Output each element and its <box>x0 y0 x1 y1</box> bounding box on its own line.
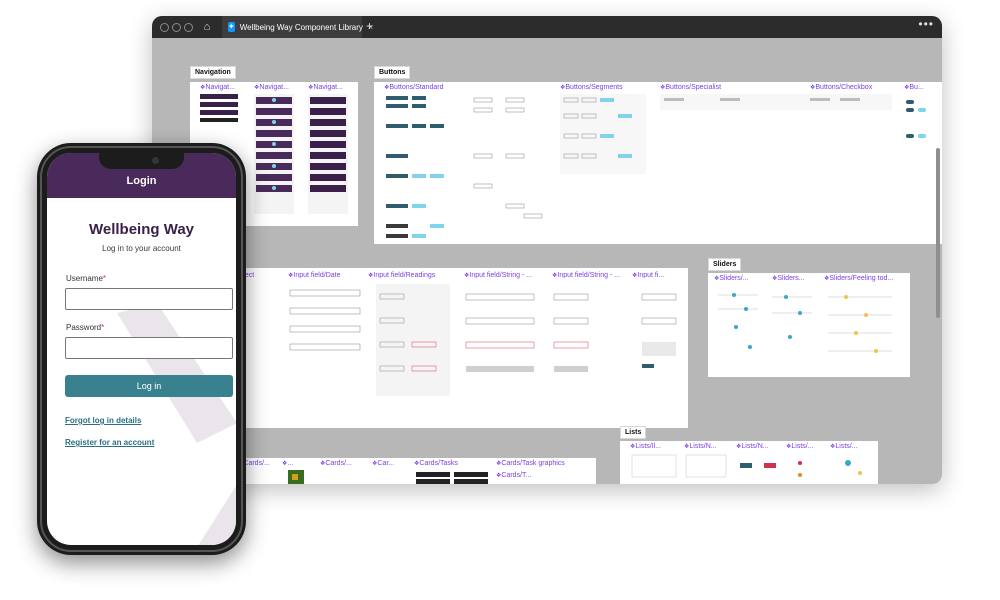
username-label: Username* <box>66 274 107 283</box>
component-label[interactable]: Sliders/... <box>714 275 748 282</box>
section-label-buttons[interactable]: Buttons <box>374 66 411 79</box>
input-field-preview <box>641 293 677 368</box>
input-string-preview <box>465 293 535 372</box>
component-label[interactable]: Input field/String - ... <box>464 272 532 279</box>
section-label-sliders[interactable]: Sliders <box>708 258 742 271</box>
component-label[interactable]: Cards/Task graphics <box>496 460 564 467</box>
forgot-login-link[interactable]: Forgot log in details <box>65 416 141 425</box>
cards-tasks-preview <box>416 472 488 484</box>
input-date-preview <box>289 289 361 351</box>
sliders-preview <box>718 293 892 353</box>
password-label: Password* <box>66 323 105 332</box>
component-label[interactable]: Navigat... <box>254 84 289 91</box>
lists-preview <box>631 454 862 478</box>
section-label-navigation[interactable]: Navigation <box>190 66 236 79</box>
login-button[interactable]: Log in <box>65 375 233 397</box>
component-label[interactable]: Cards/T... <box>496 472 531 479</box>
buttons-segments-preview <box>560 94 646 174</box>
more-options-icon[interactable]: ••• <box>918 17 934 31</box>
navigation-component-preview <box>254 94 294 214</box>
buttons-standard-preview <box>386 96 543 238</box>
app-bar-title: Login <box>126 175 157 187</box>
new-tab-button[interactable]: + <box>366 19 373 33</box>
sliders-section-frame[interactable]: Sliders/... Sliders... Sliders/Feeling t… <box>708 273 910 377</box>
buttons-toggle-preview <box>906 100 926 138</box>
close-window-icon[interactable] <box>160 23 169 32</box>
brand-title: Wellbeing Way <box>88 221 194 238</box>
component-label[interactable]: Buttons/Standard <box>384 84 443 91</box>
component-label[interactable]: Input field/Readings <box>368 272 435 279</box>
figma-window: ⌂ ✦ Wellbeing Way Component Library × + … <box>152 16 942 484</box>
minimize-window-icon[interactable] <box>172 23 181 32</box>
username-input[interactable] <box>65 288 233 310</box>
component-label[interactable]: Buttons/Segments <box>560 84 622 91</box>
home-icon[interactable]: ⌂ <box>200 20 214 34</box>
input-string-preview <box>553 293 589 372</box>
buttons-specialist-preview <box>660 94 892 110</box>
component-label[interactable]: ... <box>282 460 293 467</box>
lists-section-frame[interactable]: Lists/Il... Lists/N... Lists/N... Lists/… <box>620 441 878 484</box>
password-input[interactable] <box>65 337 233 359</box>
component-label[interactable]: Cards/... <box>320 460 351 467</box>
buttons-section-frame[interactable]: Buttons/Standard Buttons/Segments Button… <box>374 82 942 244</box>
phone-mockup: Login Wellbeing Way Log in to your accou… <box>37 143 246 555</box>
phone-screen: Login Wellbeing Way Log in to your accou… <box>47 153 236 545</box>
cards-section-frame[interactable]: Cards/... ... Cards/... Car... Cards/Tas… <box>232 458 596 484</box>
component-label[interactable]: Navigat... <box>200 84 235 91</box>
figma-file-icon: ✦ <box>228 22 235 32</box>
window-titlebar: ⌂ ✦ Wellbeing Way Component Library × + … <box>152 16 942 38</box>
input-fields-section-frame[interactable]: elect Input field/Date Input field/Readi… <box>212 268 688 428</box>
design-canvas[interactable]: Navigation Navigat... Navigat... Navigat… <box>152 38 942 484</box>
tab-title: Wellbeing Way Component Library <box>239 22 363 32</box>
component-label[interactable]: Lists/Il... <box>630 443 661 450</box>
component-label[interactable]: Input field/String - ... <box>552 272 620 279</box>
component-label[interactable]: Lists/... <box>786 443 813 450</box>
component-label[interactable]: Buttons/Specialist <box>660 84 721 91</box>
component-label[interactable]: Sliders/Feeling tod... <box>824 275 893 282</box>
phone-notch <box>99 153 184 169</box>
navigation-component-preview <box>200 94 238 122</box>
component-label[interactable]: Input fi... <box>632 272 664 279</box>
component-label[interactable]: Lists/... <box>830 443 857 450</box>
register-link[interactable]: Register for an account <box>65 438 154 447</box>
input-readings-preview <box>376 284 450 396</box>
navigation-component-preview <box>308 94 348 214</box>
component-label[interactable]: Lists/N... <box>684 443 716 450</box>
component-label[interactable]: Car... <box>372 460 394 467</box>
cards-image-preview <box>288 470 304 484</box>
canvas-scrollbar[interactable] <box>936 148 940 318</box>
maximize-window-icon[interactable] <box>184 23 193 32</box>
tab-component-library[interactable]: ✦ Wellbeing Way Component Library × <box>222 16 373 38</box>
component-label[interactable]: Buttons/Checkbox <box>810 84 872 91</box>
component-label[interactable]: Cards/Tasks <box>414 460 458 467</box>
component-label[interactable]: Sliders... <box>772 275 804 282</box>
showcase-stage: ⌂ ✦ Wellbeing Way Component Library × + … <box>0 0 1000 600</box>
login-subtitle: Log in to your account <box>102 244 181 253</box>
camera-icon <box>152 157 159 164</box>
section-label-lists[interactable]: Lists <box>620 426 647 439</box>
component-label[interactable]: Navigat... <box>308 84 343 91</box>
component-label[interactable]: Lists/N... <box>736 443 768 450</box>
component-label[interactable]: Input field/Date <box>288 272 340 279</box>
component-label[interactable]: Bu... <box>904 84 923 91</box>
